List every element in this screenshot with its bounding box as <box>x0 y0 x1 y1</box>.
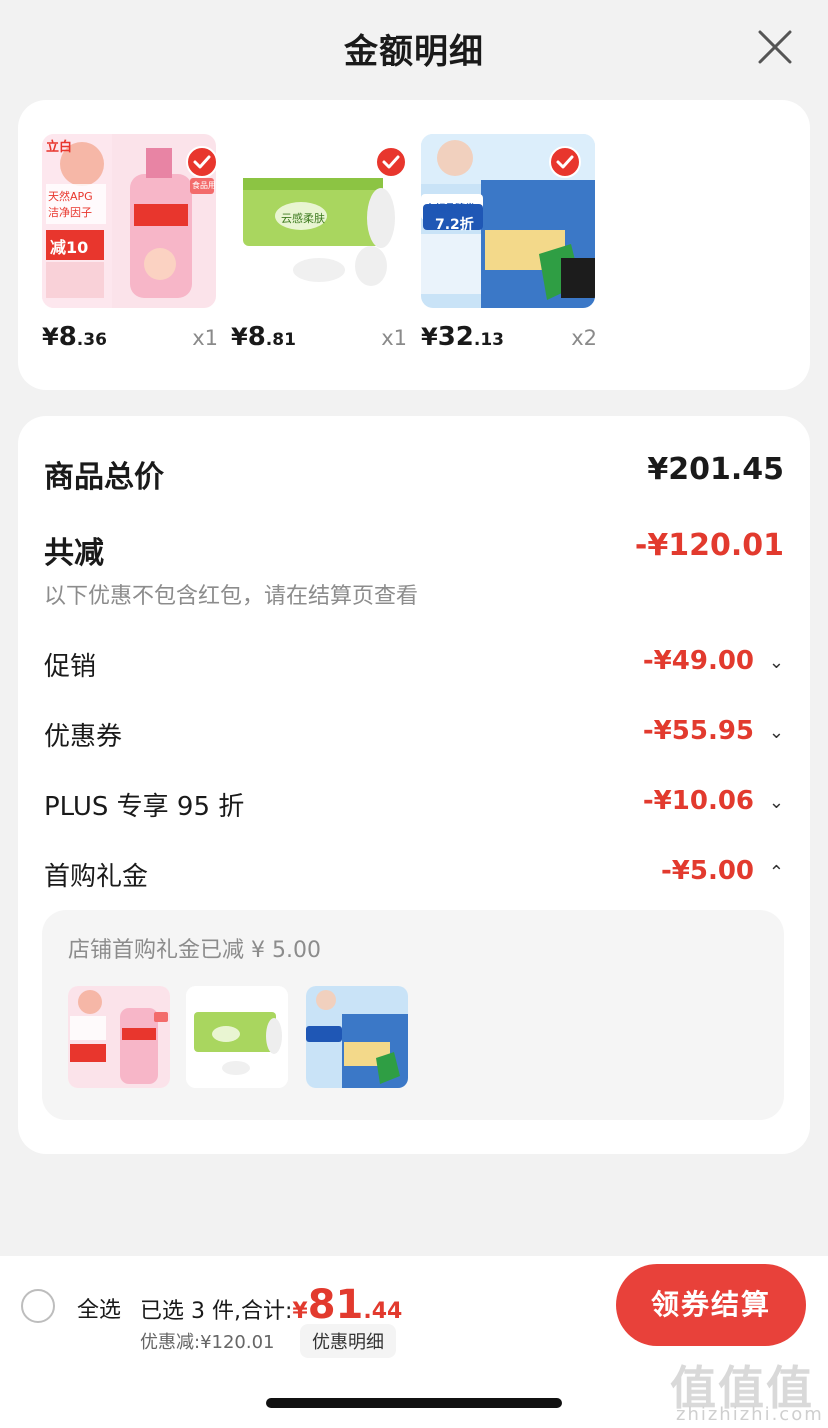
reduce-value: -¥120.01 <box>634 528 784 563</box>
discount-value: -¥49.00 <box>642 646 754 676</box>
selected-summary: 已选 3 件,合计:¥81.44 <box>140 1282 402 1328</box>
product-item[interactable]: 云感柔肤 ¥8.81 x1 <box>231 134 407 364</box>
discount-summary: 优惠减:¥120.01 <box>140 1332 275 1353</box>
product-item[interactable]: 大额品牌券 7.2折 ¥32.13 x2 <box>421 134 597 364</box>
product-qty: x1 <box>381 326 407 350</box>
page-title: 金额明细 <box>344 32 484 72</box>
price-int: 8 <box>58 322 77 352</box>
chevron-down-icon[interactable]: ⌄ <box>769 722 784 743</box>
chevron-down-icon[interactable]: ⌄ <box>769 792 784 813</box>
close-icon[interactable] <box>756 28 794 66</box>
products-card: 立白 天然APG 洁净因子 减10 食品用 ¥8.36 x1 云感柔肤 ¥8.8… <box>18 100 810 390</box>
price-dec: .13 <box>473 330 505 350</box>
brand-label: 立白 <box>46 140 73 155</box>
amount-detail-card: 商品总价 ¥201.45 共减 -¥120.01 以下优惠不包含红包，请在结算页… <box>18 416 810 1154</box>
total-value: ¥201.45 <box>647 452 784 487</box>
total-currency: ¥ <box>292 1299 308 1324</box>
product-thumbnail[interactable] <box>306 986 408 1088</box>
total-label: 商品总价 <box>44 460 164 495</box>
select-all-radio[interactable] <box>21 1289 55 1323</box>
price-currency: ¥ <box>231 323 248 351</box>
chevron-up-icon[interactable]: ⌃ <box>769 862 784 883</box>
product-image-text: 洁净因子 <box>48 206 92 219</box>
discount-label: 优惠券 <box>44 722 123 752</box>
price-currency: ¥ <box>42 323 59 351</box>
total-dec: .44 <box>363 1299 403 1324</box>
select-all-label[interactable]: 全选 <box>77 1292 121 1324</box>
discount-detail-button[interactable]: 优惠明细 <box>300 1324 396 1358</box>
first-buy-detail: 店铺首购礼金已减 ¥ 5.00 <box>42 910 784 1120</box>
selected-text: 已选 3 件,合计: <box>140 1299 293 1324</box>
chevron-down-icon[interactable]: ⌄ <box>769 652 784 673</box>
product-image-text: 大额品牌券 <box>425 204 475 215</box>
checked-icon[interactable] <box>549 146 581 178</box>
product-price: ¥8.81 <box>231 322 296 352</box>
discount-value: -¥10.06 <box>642 786 754 816</box>
product-thumbnail[interactable] <box>186 986 288 1088</box>
product-item[interactable]: 立白 天然APG 洁净因子 减10 食品用 ¥8.36 x1 <box>42 134 218 364</box>
watermark-site: zhizhizhi.com <box>676 1404 824 1425</box>
price-int: 8 <box>247 322 266 352</box>
product-price: ¥32.13 <box>421 322 504 352</box>
price-dec: .36 <box>76 330 107 350</box>
product-image-text: 7.2折 <box>435 217 474 233</box>
product-image-text: 减10 <box>50 238 89 257</box>
checked-icon[interactable] <box>375 146 407 178</box>
discount-label: PLUS 专享 95 折 <box>44 792 245 822</box>
price-dec: .81 <box>265 330 296 350</box>
product-image-text: 天然APG <box>48 190 93 203</box>
home-indicator <box>266 1398 562 1408</box>
total-int: 81 <box>307 1282 364 1328</box>
product-qty: x1 <box>192 326 218 350</box>
discount-label: 首购礼金 <box>44 862 149 892</box>
checked-icon[interactable] <box>186 146 218 178</box>
reduce-label: 共减 <box>44 536 104 571</box>
product-thumbnail[interactable] <box>68 986 170 1088</box>
price-int: 32 <box>437 322 474 352</box>
reduce-note: 以下优惠不包含红包，请在结算页查看 <box>44 584 419 609</box>
product-qty: x2 <box>571 326 597 350</box>
first-buy-note: 店铺首购礼金已减 ¥ 5.00 <box>68 938 321 963</box>
settle-button[interactable]: 领券结算 <box>616 1264 806 1346</box>
product-image-text: 食品用 <box>192 181 216 190</box>
discount-label: 促销 <box>44 652 97 682</box>
header: 金额明细 <box>0 0 828 96</box>
discount-value: -¥5.00 <box>660 856 754 886</box>
bottom-bar: 全选 已选 3 件,合计:¥81.44 优惠减:¥120.01 优惠明细 领券结… <box>0 1256 828 1428</box>
product-price: ¥8.36 <box>42 322 107 352</box>
discount-value: -¥55.95 <box>642 716 754 746</box>
product-image-text: 云感柔肤 <box>281 212 325 225</box>
price-currency: ¥ <box>421 323 438 351</box>
